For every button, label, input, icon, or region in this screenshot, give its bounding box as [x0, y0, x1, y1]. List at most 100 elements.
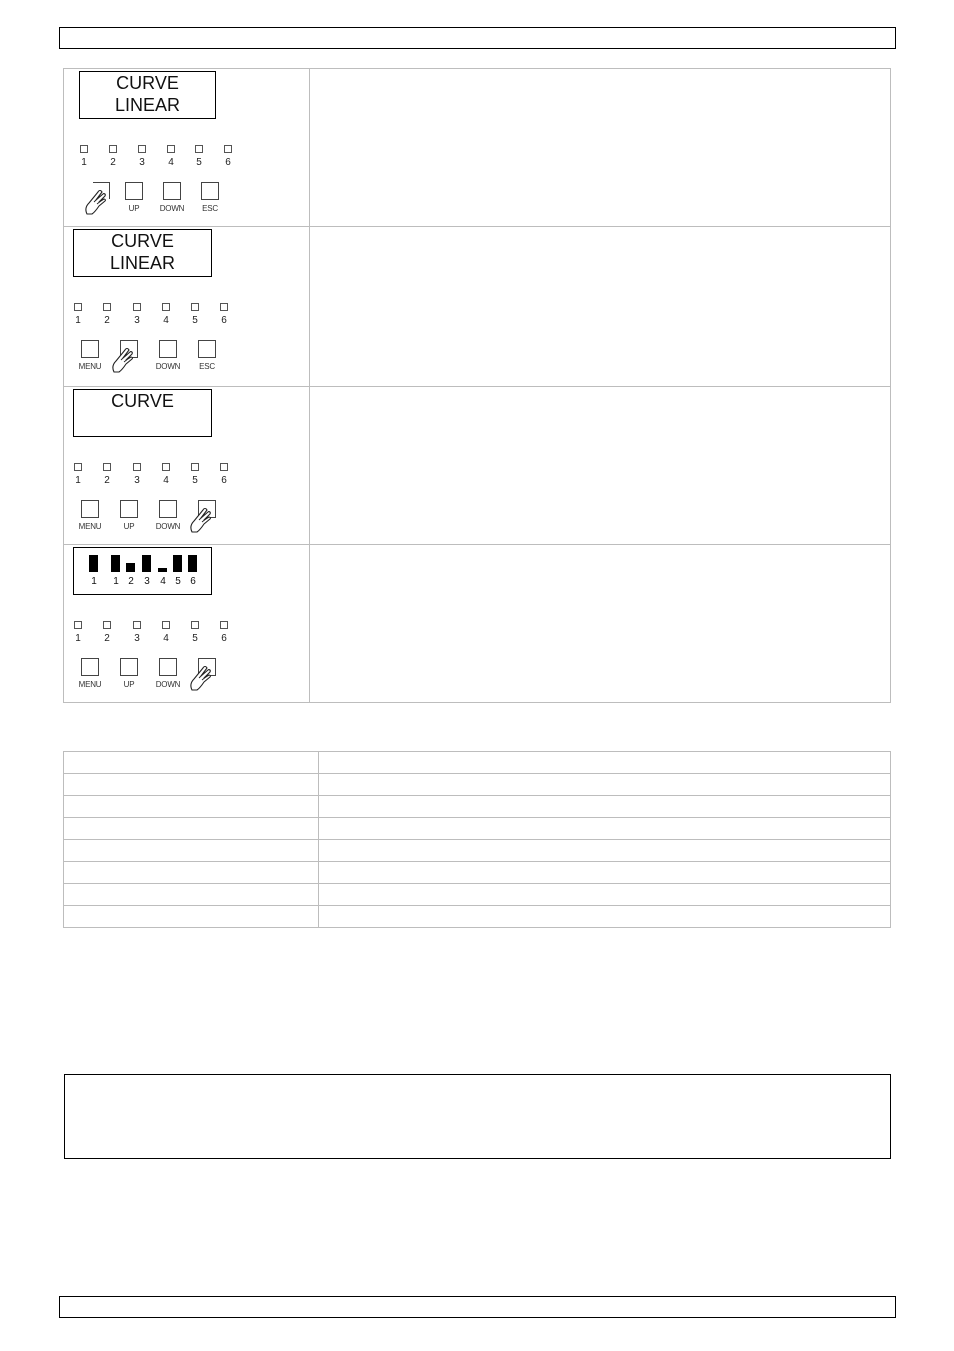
- pointing-hand-icon: [83, 188, 109, 216]
- down-button[interactable]: [163, 182, 181, 200]
- lcd-display: CURVE: [73, 389, 212, 437]
- menu-button[interactable]: [81, 340, 99, 358]
- table-cell-key: [63, 839, 319, 862]
- table-cell-value: [318, 751, 891, 774]
- lcd-line: LINEAR: [114, 95, 181, 115]
- table-cell-value: [318, 773, 891, 796]
- lcd-display: CURVE LINEAR: [73, 229, 212, 277]
- led-channel-label: 1: [81, 157, 87, 168]
- led-channel-label: 3: [139, 157, 145, 168]
- led-channel-label: 3: [134, 315, 140, 326]
- table-cell-value: [318, 817, 891, 840]
- led-indicator-icon: [220, 621, 228, 629]
- procedure-steps-table: CURVE LINEAR 1 2 3 4 5 6 UP DOWN ESC CURVE LINEAR 1 2 3…: [63, 68, 891, 703]
- led-channel-label: 5: [192, 633, 198, 644]
- table-cell-value: [318, 795, 891, 818]
- table-row: [63, 861, 891, 884]
- page-footer-box: [59, 1296, 896, 1318]
- down-button[interactable]: [159, 658, 177, 676]
- channel-bar-label: 3: [144, 576, 150, 587]
- up-button-label: UP: [123, 522, 135, 531]
- controller-figure: CURVE 1 2 3 4 5 6 MENU UP DOWN: [63, 386, 310, 545]
- led-channel-label: 3: [134, 475, 140, 486]
- step-row: CURVE 1 2 3 4 5 6 MENU UP DOWN: [63, 386, 891, 545]
- lcd-line: CURVE: [116, 73, 179, 93]
- lcd-line: LINEAR: [109, 253, 176, 273]
- menu-button-label: MENU: [78, 362, 102, 371]
- down-button-label: DOWN: [159, 204, 185, 213]
- led-channel-label: 4: [168, 157, 174, 168]
- lcd-line: CURVE: [111, 231, 174, 251]
- led-channel-label: 1: [75, 475, 81, 486]
- note-box: [64, 1074, 891, 1159]
- up-button[interactable]: [120, 658, 138, 676]
- table-row: [63, 905, 891, 928]
- esc-button[interactable]: [201, 182, 219, 200]
- esc-button[interactable]: [198, 340, 216, 358]
- pointing-hand-icon: [188, 664, 214, 692]
- led-indicator-icon: [103, 621, 111, 629]
- table-row: [63, 751, 891, 774]
- channel-level-bar: [126, 563, 135, 572]
- led-channel-label: 2: [110, 157, 116, 168]
- esc-button-label: ESC: [199, 362, 215, 371]
- led-channel-label: 1: [75, 633, 81, 644]
- led-indicator-icon: [191, 463, 199, 471]
- esc-button-label: ESC: [202, 204, 218, 213]
- led-indicator-icon: [74, 463, 82, 471]
- page-header-box: [59, 27, 896, 49]
- led-indicator-icon: [220, 463, 228, 471]
- led-channel-label: 5: [192, 315, 198, 326]
- table-row: [63, 773, 891, 796]
- table-cell-key: [63, 773, 319, 796]
- up-button[interactable]: [125, 182, 143, 200]
- led-channel-label: 5: [196, 157, 202, 168]
- down-button[interactable]: [159, 500, 177, 518]
- led-indicator-icon: [133, 621, 141, 629]
- pointing-hand-icon: [188, 506, 214, 534]
- table-cell-value: [318, 861, 891, 884]
- channel-bar-label: 4: [160, 576, 166, 587]
- down-button[interactable]: [159, 340, 177, 358]
- menu-button[interactable]: [81, 658, 99, 676]
- led-indicator-icon: [103, 303, 111, 311]
- led-indicator-icon: [103, 463, 111, 471]
- led-indicator-icon: [74, 621, 82, 629]
- channel-level-bar: [158, 568, 167, 572]
- table-cell-key: [63, 883, 319, 906]
- up-button[interactable]: [120, 500, 138, 518]
- step-description: [309, 68, 891, 227]
- led-indicator-icon: [109, 145, 117, 153]
- led-indicator-icon: [224, 145, 232, 153]
- channel-bar-label: 2: [128, 576, 134, 587]
- led-indicator-icon: [162, 621, 170, 629]
- led-indicator-icon: [133, 303, 141, 311]
- channel-bar-label: 1: [113, 576, 119, 587]
- led-indicator-icon: [138, 145, 146, 153]
- menu-button[interactable]: [81, 500, 99, 518]
- menu-button-label: MENU: [78, 680, 102, 689]
- table-cell-key: [63, 751, 319, 774]
- table-cell-key: [63, 817, 319, 840]
- led-channel-label: 6: [221, 633, 227, 644]
- channel-bar-label: 1: [91, 576, 97, 587]
- led-channel-label: 4: [163, 475, 169, 486]
- settings-table: [63, 751, 891, 928]
- channel-level-bar: [173, 555, 182, 572]
- up-button-label: UP: [128, 204, 140, 213]
- table-row: [63, 817, 891, 840]
- up-button-label: UP: [123, 680, 135, 689]
- table-cell-key: [63, 905, 319, 928]
- led-indicator-icon: [167, 145, 175, 153]
- pointing-hand-icon: [110, 346, 136, 374]
- down-button-label: DOWN: [155, 680, 181, 689]
- led-indicator-icon: [74, 303, 82, 311]
- led-indicator-icon: [191, 303, 199, 311]
- step-description: [309, 544, 891, 703]
- led-indicator-icon: [162, 303, 170, 311]
- led-channel-label: 6: [221, 475, 227, 486]
- led-channel-label: 6: [221, 315, 227, 326]
- led-indicator-icon: [133, 463, 141, 471]
- led-indicator-icon: [162, 463, 170, 471]
- menu-button-label: MENU: [78, 522, 102, 531]
